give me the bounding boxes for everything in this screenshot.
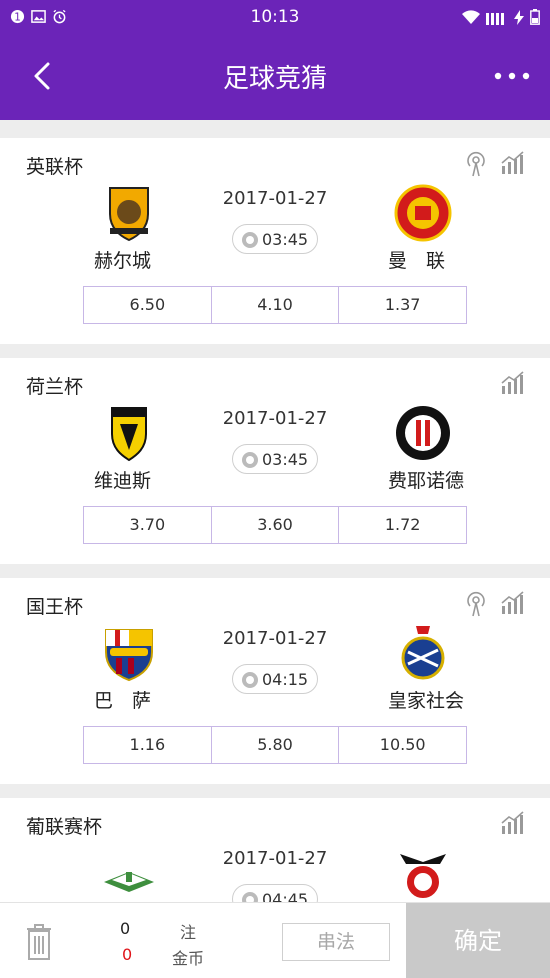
league-name: 荷兰杯: [26, 376, 84, 398]
league-name: 英联杯: [26, 156, 84, 178]
league-name: 国王杯: [26, 596, 84, 618]
app-header: 1 10:13 足球竞猜: [0, 0, 550, 120]
stats-chart-icon[interactable]: [500, 810, 526, 836]
match-card: 英联杯 2017-01-27 03:45 赫尔城 曼 联 6.50 4.10 1…: [0, 138, 550, 344]
away-team: 费耶诺德: [388, 470, 465, 492]
wifi-icon: [462, 9, 480, 24]
stats-chart-icon[interactable]: [500, 150, 526, 176]
match-time-pill: 03:45: [232, 224, 318, 254]
more-icon[interactable]: [492, 66, 532, 86]
clock-icon: [242, 452, 258, 468]
away-team: 皇家社会: [388, 690, 465, 712]
match-date: 2017-01-27: [222, 628, 328, 649]
stats-chart-icon[interactable]: [500, 370, 526, 396]
coin-count: 0: [122, 945, 133, 964]
page-title: 足球竞猜: [222, 64, 327, 94]
odds-draw[interactable]: 3.60: [211, 506, 340, 544]
match-time-pill: 04:15: [232, 664, 318, 694]
odds-row: 1.16 5.80 10.50: [83, 726, 468, 764]
match-card: 荷兰杯 2017-01-27 03:45 维迪斯 费耶诺德 3.70 3.60 …: [0, 358, 550, 564]
odds-draw[interactable]: 4.10: [211, 286, 340, 324]
league-name: 葡联赛杯: [26, 816, 103, 838]
odds-home-win[interactable]: 3.70: [83, 506, 212, 544]
odds-home-win[interactable]: 1.16: [83, 726, 212, 764]
trash-icon[interactable]: [24, 921, 54, 961]
combo-type-button[interactable]: 串法: [282, 923, 390, 961]
live-broadcast-icon[interactable]: [464, 590, 488, 618]
status-right-icons: [462, 9, 540, 25]
battery-icon: [530, 9, 540, 25]
odds-draw[interactable]: 5.80: [211, 726, 340, 764]
match-date: 2017-01-27: [222, 188, 328, 209]
charging-icon: [514, 9, 524, 25]
confirm-button[interactable]: 确定: [406, 903, 550, 978]
odds-row: 6.50 4.10 1.37: [83, 286, 468, 324]
odds-home-win[interactable]: 6.50: [83, 286, 212, 324]
live-broadcast-icon[interactable]: [464, 150, 488, 178]
match-card: 国王杯 2017-01-27 04:15 巴 萨 皇家社会 1.16 5.80 …: [0, 578, 550, 784]
match-date: 2017-01-27: [222, 408, 328, 429]
match-time: 04:15: [262, 670, 309, 689]
odds-row: 3.70 3.60 1.72: [83, 506, 468, 544]
coin-label: 金币: [172, 949, 205, 968]
odds-away-win[interactable]: 1.37: [339, 286, 468, 324]
bet-slip-bar: 0 0 注 金币 串法 确定: [0, 902, 550, 978]
clock-icon: [242, 232, 258, 248]
odds-away-win[interactable]: 1.72: [339, 506, 468, 544]
match-time: 03:45: [262, 450, 309, 469]
home-team: 巴 萨: [94, 690, 152, 712]
away-team: 曼 联: [388, 250, 446, 272]
clock-icon: [242, 672, 258, 688]
status-bar: 1 10:13: [0, 0, 550, 36]
signal-icon: [486, 12, 504, 25]
match-card: 葡联赛杯 2017-01-27 04:45: [0, 798, 550, 908]
home-team: 维迪斯: [94, 470, 152, 492]
home-team: 赫尔城: [94, 250, 152, 272]
match-time-pill: 03:45: [232, 444, 318, 474]
stats-chart-icon[interactable]: [500, 590, 526, 616]
bet-count: 0: [120, 919, 131, 938]
match-time: 03:45: [262, 230, 309, 249]
bet-label: 注: [180, 923, 197, 942]
match-date: 2017-01-27: [222, 848, 328, 869]
odds-away-win[interactable]: 10.50: [339, 726, 468, 764]
nav-bar: 足球竞猜: [0, 36, 550, 120]
